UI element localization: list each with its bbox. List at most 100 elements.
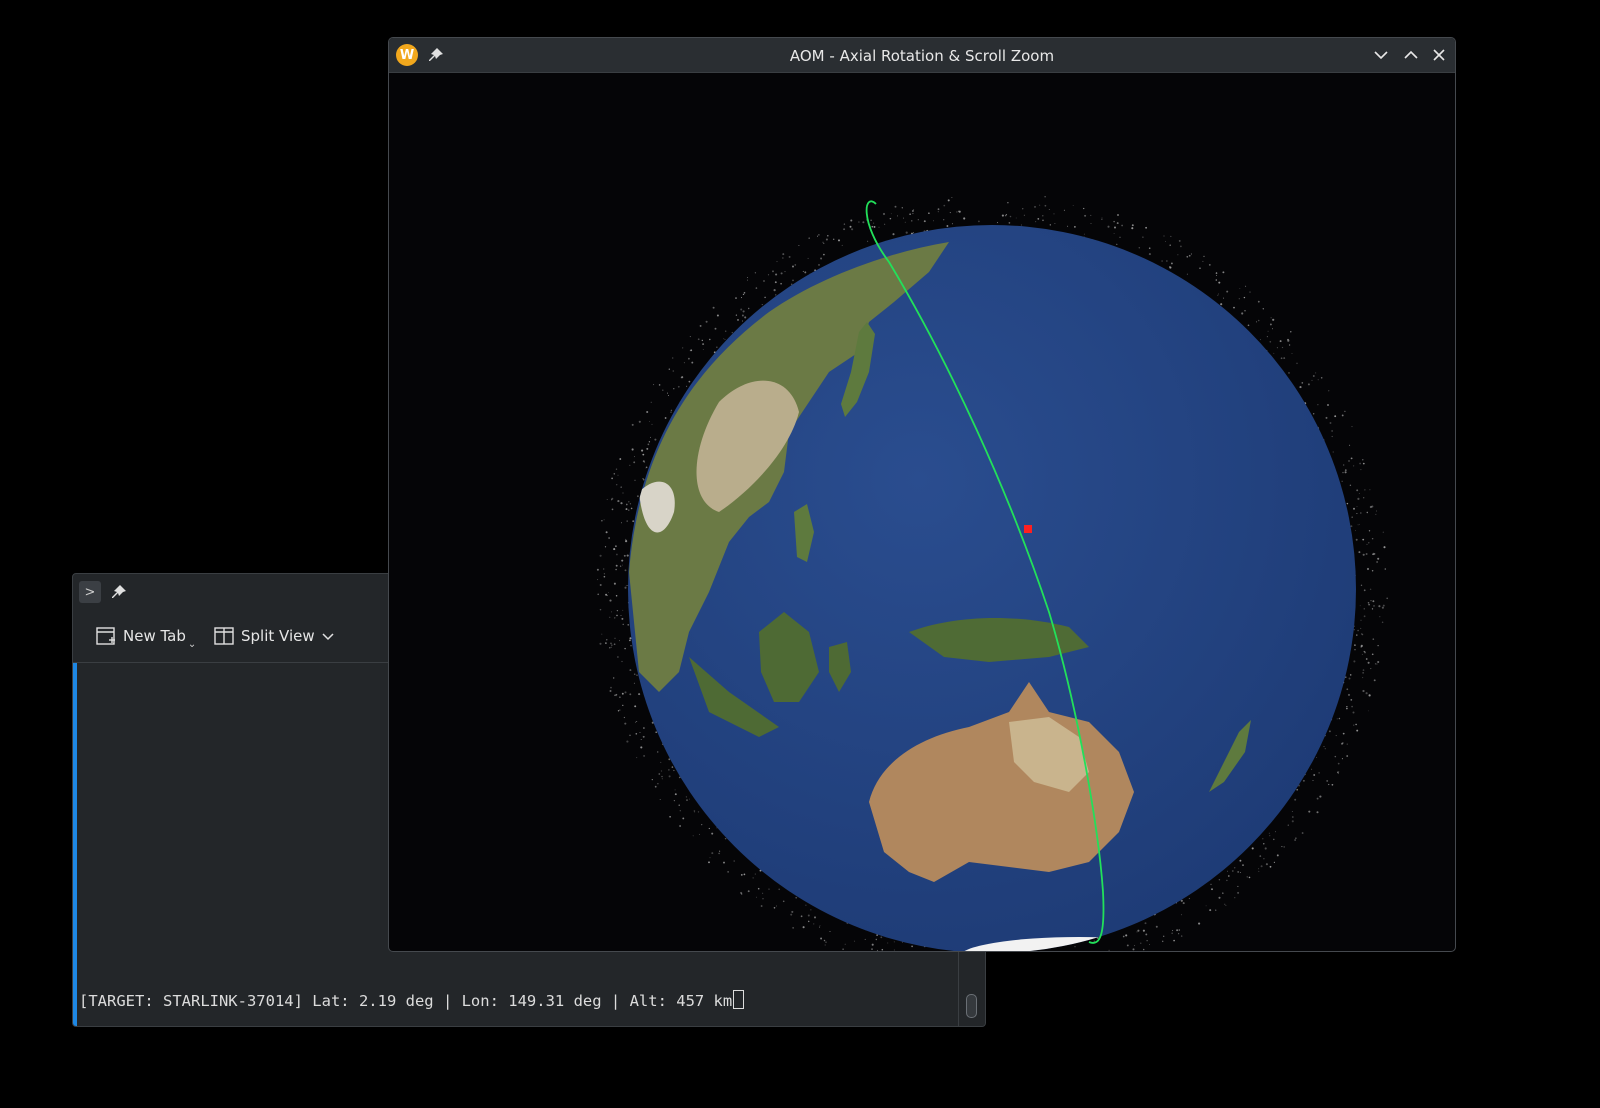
debris-particle — [892, 233, 895, 236]
debris-particle — [1384, 568, 1387, 570]
debris-particle — [737, 318, 739, 321]
debris-particle — [741, 314, 744, 317]
debris-particle — [611, 611, 613, 613]
terminal-menu-button[interactable]: > — [79, 581, 101, 603]
debris-particle — [807, 914, 810, 917]
debris-particle — [629, 503, 632, 505]
debris-particle — [1290, 331, 1292, 333]
debris-particle — [601, 520, 603, 522]
debris-particle — [619, 640, 620, 642]
debris-particle — [1126, 944, 1129, 947]
debris-particle — [660, 770, 663, 772]
debris-particle — [716, 346, 718, 348]
debris-particle — [1363, 497, 1365, 499]
debris-particle — [904, 221, 906, 223]
debris-particle — [1222, 892, 1224, 894]
debris-particle — [1296, 362, 1298, 365]
pin-icon[interactable] — [109, 582, 129, 602]
debris-particle — [1359, 523, 1360, 525]
debris-particle — [616, 609, 619, 612]
debris-particle — [1371, 608, 1374, 610]
debris-particle — [791, 265, 795, 268]
debris-particle — [1148, 253, 1151, 256]
debris-particle — [1074, 946, 1076, 948]
maximize-icon[interactable] — [1401, 45, 1421, 65]
debris-particle — [1341, 414, 1344, 417]
new-tab-button[interactable]: New Tab ⌄ — [95, 622, 196, 650]
debris-particle — [656, 751, 659, 753]
debris-particle — [697, 811, 700, 813]
debris-particle — [1177, 254, 1179, 256]
debris-particle — [1365, 553, 1368, 555]
debris-particle — [610, 646, 612, 648]
debris-particle — [1263, 843, 1265, 845]
debris-particle — [1353, 660, 1356, 663]
debris-particle — [757, 887, 760, 890]
debris-particle — [1302, 779, 1305, 782]
debris-particle — [658, 773, 661, 775]
target-satellite-marker[interactable] — [1024, 525, 1032, 533]
debris-particle — [1257, 319, 1260, 322]
debris-particle — [1259, 339, 1261, 341]
debris-particle — [1331, 783, 1334, 786]
chevron-down-icon — [322, 633, 334, 641]
split-view-button[interactable]: Split View — [213, 622, 335, 650]
scrollbar-thumb[interactable] — [966, 994, 977, 1018]
debris-particle — [609, 599, 612, 602]
debris-particle — [615, 568, 617, 571]
debris-particle — [912, 212, 914, 215]
debris-particle — [1317, 404, 1319, 406]
debris-particle — [714, 327, 717, 330]
debris-particle — [807, 920, 810, 923]
terminal-output-line: [TARGET: STARLINK-37014] Lat: 2.19 deg |… — [79, 990, 745, 1010]
debris-particle — [1382, 531, 1384, 533]
debris-particle — [1268, 832, 1270, 834]
debris-particle — [1362, 689, 1365, 693]
debris-particle — [606, 594, 608, 597]
debris-particle — [1136, 931, 1138, 933]
debris-particle — [825, 238, 828, 241]
debris-particle — [893, 941, 895, 943]
debris-particle — [1345, 676, 1347, 678]
debris-particle — [613, 473, 616, 475]
debris-particle — [754, 873, 756, 875]
globe-canvas[interactable] — [389, 72, 1455, 951]
debris-particle — [1034, 206, 1036, 208]
debris-particle — [1107, 225, 1110, 228]
debris-particle — [832, 238, 835, 241]
debris-particle — [624, 691, 627, 694]
debris-particle — [1116, 213, 1120, 217]
debris-particle — [709, 857, 711, 859]
debris-particle — [1188, 897, 1191, 900]
debris-particle — [614, 617, 616, 619]
debris-particle — [1113, 232, 1115, 234]
debris-particle — [1383, 546, 1386, 549]
debris-particle — [711, 852, 714, 855]
debris-particle — [1363, 615, 1366, 618]
debris-particle — [633, 461, 636, 464]
debris-particle — [810, 909, 812, 911]
debris-particle — [818, 264, 820, 266]
debris-particle — [1342, 742, 1344, 744]
debris-particle — [1281, 346, 1284, 349]
debris-particle — [957, 210, 960, 212]
debris-particle — [951, 196, 953, 198]
debris-particle — [624, 722, 627, 725]
debris-particle — [1161, 260, 1163, 262]
minimize-icon[interactable] — [1371, 45, 1391, 65]
debris-particle — [956, 211, 958, 213]
globe-window[interactable]: W AOM - Axial Rotation & Scroll Zoom — [388, 37, 1456, 952]
debris-particle — [917, 219, 919, 221]
debris-particle — [909, 213, 911, 215]
globe-window-titlebar[interactable]: W AOM - Axial Rotation & Scroll Zoom — [389, 38, 1455, 73]
debris-particle — [743, 292, 746, 294]
debris-particle — [1238, 298, 1240, 300]
close-icon[interactable] — [1429, 45, 1449, 65]
debris-particle — [682, 347, 684, 349]
debris-particle — [653, 384, 655, 386]
debris-particle — [923, 220, 926, 223]
debris-particle — [813, 923, 815, 925]
debris-particle — [1358, 551, 1361, 554]
debris-particle — [1144, 922, 1147, 925]
debris-particle — [1341, 758, 1343, 760]
